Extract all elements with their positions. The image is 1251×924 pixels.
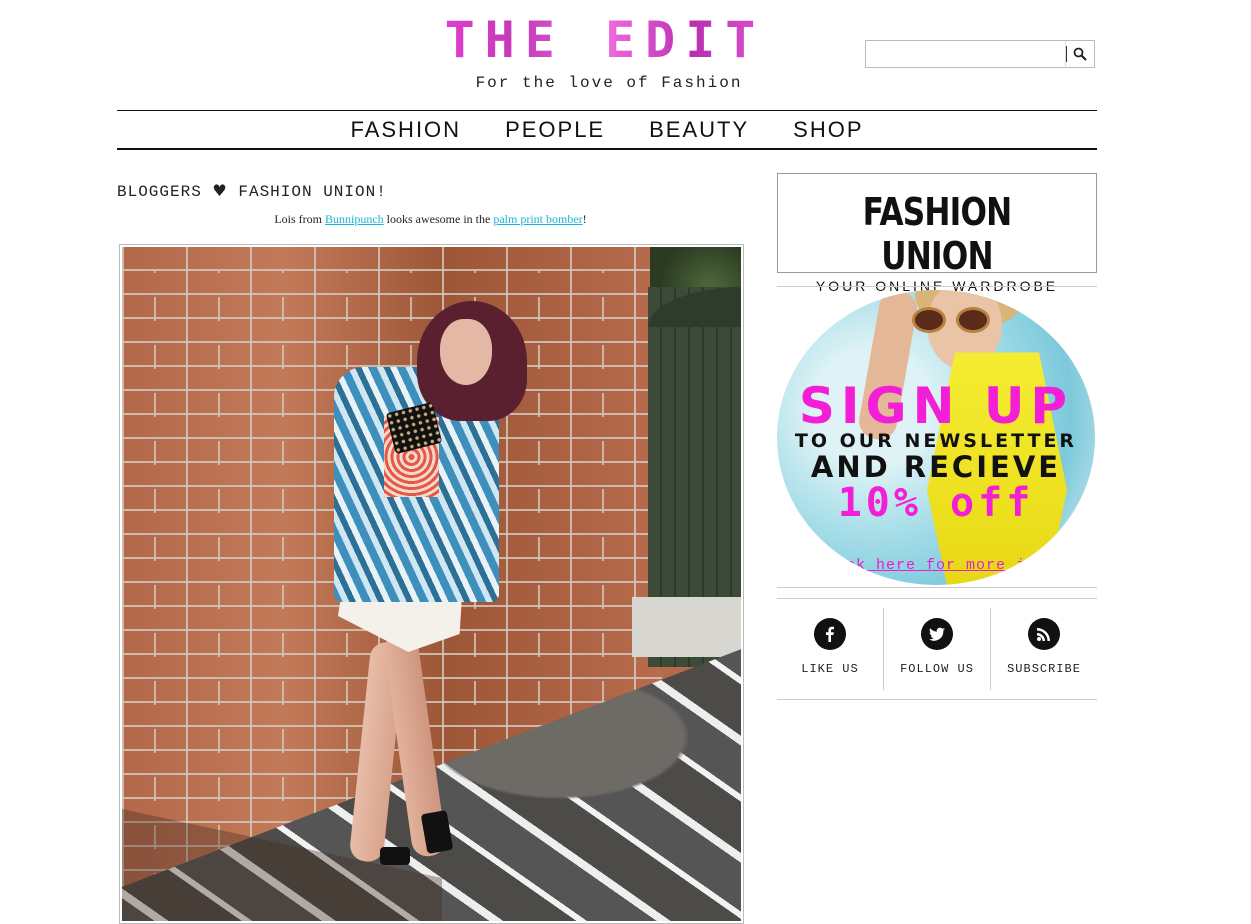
- post-caption: Lois from Bunnipunch looks awesome in th…: [117, 212, 744, 227]
- main-nav: FASHION PEOPLE BEAUTY SHOP: [117, 110, 1097, 150]
- page-wrapper: THE EDIT For the love of Fashion FASHION…: [117, 0, 1097, 924]
- promo-more-info-link[interactable]: Click here for more info: [777, 557, 1095, 574]
- post-title[interactable]: BLOGGERS ♥ FASHION UNION!: [117, 181, 387, 201]
- rss-icon: [1028, 618, 1060, 650]
- social-facebook[interactable]: LIKE US: [777, 608, 883, 690]
- nav-item-fashion[interactable]: FASHION: [350, 111, 461, 148]
- social-links: LIKE US FOLLOW US SUBSCRIBE: [777, 608, 1097, 690]
- search-button[interactable]: [1065, 41, 1094, 67]
- promo-line-newsletter: TO OUR NEWSLETTER: [794, 430, 1078, 452]
- figure-shoe-left: [380, 847, 410, 865]
- newsletter-promo[interactable]: SIGN UP TO OUR NEWSLETTER AND RECIEVE 10…: [777, 290, 1095, 585]
- figure-face: [440, 319, 492, 385]
- site-logo[interactable]: THE EDIT: [429, 15, 781, 65]
- social-facebook-label: LIKE US: [801, 662, 859, 676]
- search-icon: [1073, 47, 1087, 61]
- promo-discount: 10% off: [837, 480, 1035, 526]
- sunglasses-icon: [912, 307, 992, 333]
- divider: [777, 587, 1097, 588]
- palm-print-bomber-link[interactable]: palm print bomber: [493, 212, 582, 226]
- search-box: [865, 40, 1095, 68]
- fashion-union-name: FASHION UNION: [862, 190, 1013, 278]
- post-title-post: FASHION UNION!: [238, 183, 387, 201]
- site-tagline: For the love of Fashion: [475, 74, 743, 92]
- facebook-icon: [814, 618, 846, 650]
- caption-middle: looks awesome in the: [383, 212, 494, 226]
- fashion-union-banner[interactable]: FASHION UNION YOUR ONLINE WARDROBE: [777, 173, 1097, 294]
- search-input[interactable]: [868, 43, 1068, 67]
- social-twitter-label: FOLLOW US: [900, 662, 974, 676]
- nav-item-beauty[interactable]: BEAUTY: [649, 111, 749, 148]
- heart-icon: ♥: [212, 181, 228, 200]
- nav-item-people[interactable]: PEOPLE: [505, 111, 605, 148]
- promo-line-receive: AND RECIEVE: [810, 450, 1062, 484]
- caption-suffix: !: [582, 212, 587, 226]
- divider: [777, 286, 1097, 287]
- post-photo[interactable]: [122, 247, 741, 921]
- divider: [777, 699, 1097, 700]
- social-rss[interactable]: SUBSCRIBE: [990, 608, 1097, 690]
- social-rss-label: SUBSCRIBE: [1007, 662, 1081, 676]
- caption-prefix: Lois from: [274, 212, 325, 226]
- divider: [777, 598, 1097, 599]
- post-title-pre: BLOGGERS: [117, 183, 202, 201]
- bunnipunch-link[interactable]: Bunnipunch: [325, 212, 384, 226]
- nav-item-shop[interactable]: SHOP: [793, 111, 863, 148]
- promo-headline: SIGN UP: [798, 377, 1074, 435]
- twitter-icon: [921, 618, 953, 650]
- social-twitter[interactable]: FOLLOW US: [883, 608, 990, 690]
- wall-base: [632, 597, 741, 657]
- post-photo-frame: [119, 244, 744, 924]
